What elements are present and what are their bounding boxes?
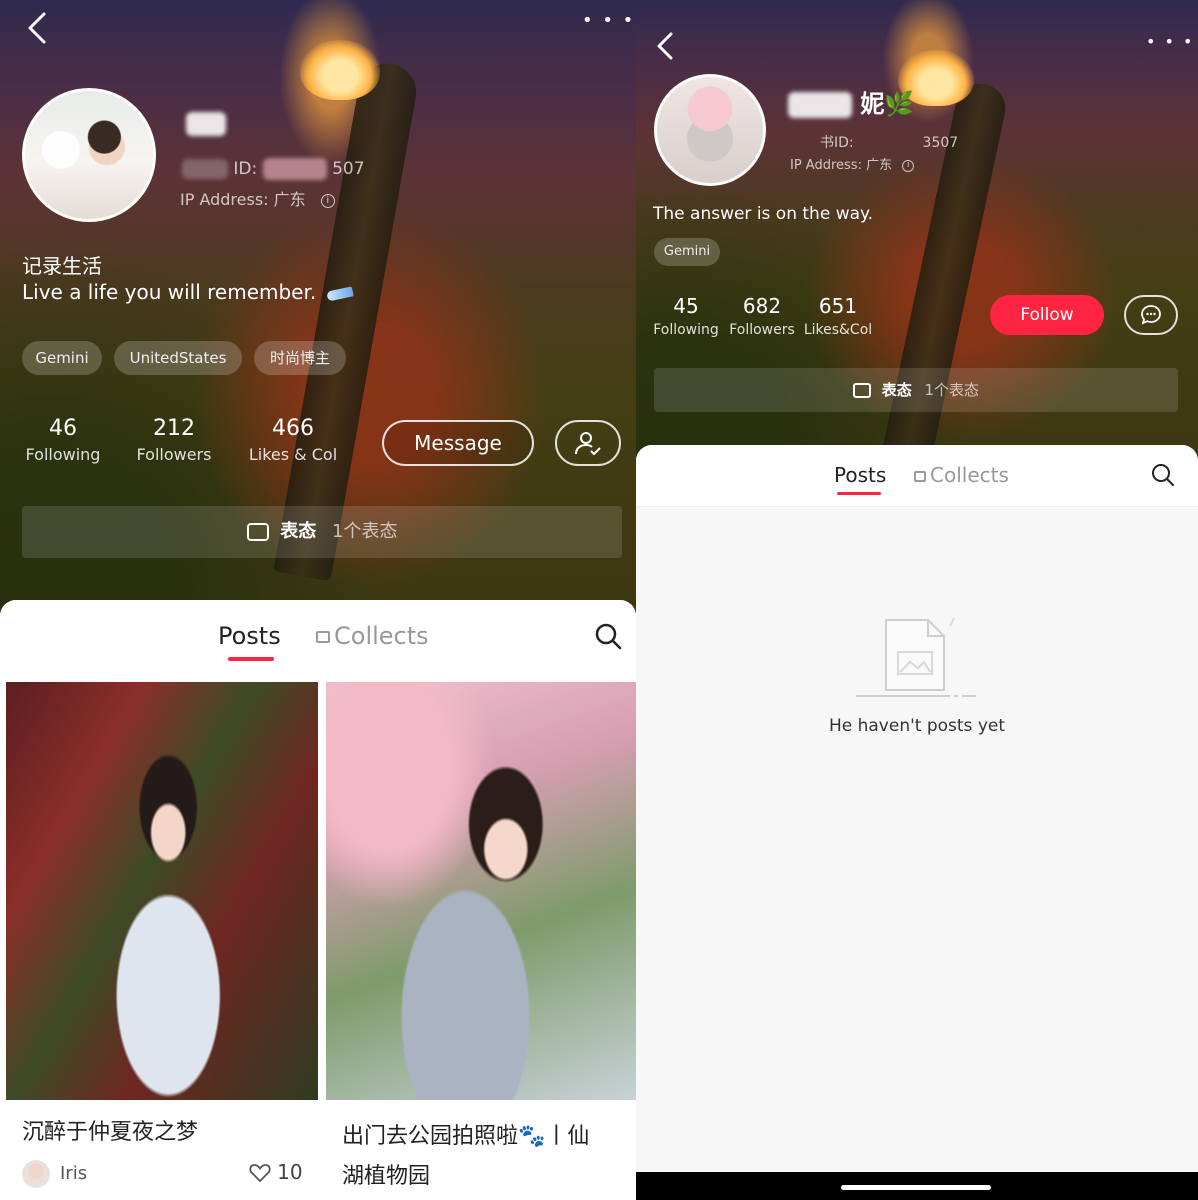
tab-collects[interactable]: Collects	[914, 463, 1009, 487]
profile-screen-left: • • • ID: 507 IP Address: 广东 i 记录生活 Live…	[0, 0, 636, 1200]
airplane-icon	[325, 285, 354, 302]
post-title[interactable]: 沉醉于仲夏夜之梦	[22, 1114, 198, 1146]
empty-state-text: He haven't posts yet	[828, 716, 1006, 736]
back-icon[interactable]	[24, 10, 52, 52]
follow-button[interactable]: Follow	[990, 295, 1104, 335]
tab-collects[interactable]: Collects	[316, 622, 429, 650]
info-icon[interactable]: i	[320, 193, 335, 208]
bio-line-2: Live a life you will remember.	[22, 280, 354, 304]
like-button[interactable]: 10	[248, 1160, 303, 1184]
tab-bar: Posts Collects	[636, 445, 1198, 507]
post-meta: Iris 10	[22, 1160, 312, 1190]
tab-posts[interactable]: Posts	[218, 622, 281, 650]
author-avatar[interactable]	[22, 1160, 50, 1188]
reaction-bar[interactable]: 表态 1个表态	[654, 368, 1178, 412]
flame-decoration	[300, 40, 380, 100]
post-image[interactable]	[6, 682, 318, 1100]
profile-screen-right: • • • 妮🌿 书ID: 3507 IP Address: 广东 i The …	[636, 0, 1198, 1200]
stat-likes-collects[interactable]: 651 Likes&Col	[800, 294, 876, 338]
lock-icon	[316, 631, 330, 643]
tab-underline	[837, 492, 881, 495]
message-button[interactable]: Message	[382, 420, 534, 466]
torch-decoration	[273, 58, 421, 582]
stat-likes-collects[interactable]: 466 Likes & Col	[238, 416, 348, 464]
tab-posts[interactable]: Posts	[834, 463, 886, 487]
ip-address: IP Address: 广东 i	[790, 154, 915, 173]
tag-location[interactable]: UnitedStates	[114, 341, 242, 375]
post-image[interactable]	[326, 682, 636, 1100]
avatar[interactable]	[654, 74, 766, 186]
empty-state-icon	[854, 612, 978, 706]
username-redacted	[186, 112, 226, 136]
follow-status-button[interactable]	[555, 420, 621, 466]
heart-icon	[249, 1164, 271, 1183]
stat-followers[interactable]: 682 Followers	[724, 294, 800, 338]
user-id: 书ID: 3507	[820, 135, 959, 151]
like-count: 10	[277, 1160, 303, 1184]
tag-zodiac[interactable]: Gemini	[654, 238, 720, 266]
chat-icon	[1141, 305, 1161, 325]
more-options-icon[interactable]: • • •	[1146, 34, 1194, 50]
stat-following[interactable]: 46 Following	[16, 416, 110, 464]
post-title[interactable]: 出门去公园拍照啦🐾丨仙 湖植物园	[342, 1118, 626, 1190]
stat-following[interactable]: 45 Following	[648, 294, 724, 338]
chat-button[interactable]	[1124, 295, 1178, 335]
comment-icon	[246, 523, 269, 541]
tab-underline	[228, 657, 274, 661]
avatar[interactable]	[22, 88, 156, 222]
ip-address: IP Address: 广东 i	[180, 186, 335, 210]
tab-bar: Posts Collects	[0, 600, 636, 680]
info-icon[interactable]: i	[902, 159, 915, 172]
user-check-icon	[575, 432, 601, 456]
user-id: ID: 507	[182, 158, 365, 180]
bio: The answer is on the way.	[653, 204, 874, 224]
tag-zodiac[interactable]: Gemini	[22, 341, 102, 375]
author-name[interactable]: Iris	[60, 1163, 87, 1184]
comment-icon	[852, 383, 871, 398]
content-sheet	[636, 445, 1198, 1172]
more-options-icon[interactable]: • • •	[582, 12, 635, 30]
stat-followers[interactable]: 212 Followers	[124, 416, 224, 464]
bio-line-1: 记录生活	[22, 254, 102, 278]
reaction-bar[interactable]: 表态 1个表态	[22, 506, 622, 558]
back-icon[interactable]	[654, 30, 678, 68]
search-icon[interactable]	[1151, 463, 1175, 491]
search-icon[interactable]	[594, 622, 622, 654]
lock-icon	[914, 471, 926, 482]
username: 妮🌿	[788, 84, 914, 119]
home-indicator[interactable]	[841, 1185, 991, 1190]
tag-fashion-blogger[interactable]: 时尚博主	[254, 341, 346, 375]
